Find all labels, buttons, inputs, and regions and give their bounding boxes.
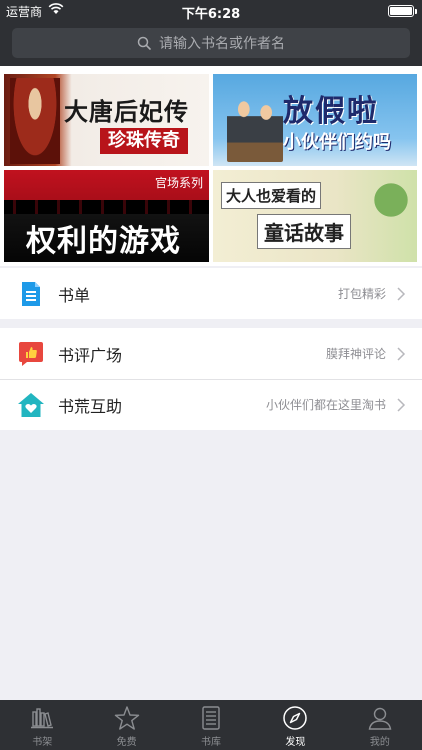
banner-subtitle: 小伙伴们约吗: [283, 132, 391, 153]
top-bar: 运营商 下午6:28 请输入书名或作者名: [0, 0, 422, 66]
tab-label: 免费: [116, 737, 137, 748]
banner-portrait: [10, 78, 60, 164]
tab-free[interactable]: 免费: [84, 700, 168, 750]
status-bar: 运营商 下午6:28: [0, 0, 422, 22]
person-icon: [368, 707, 392, 730]
banner-subtitle: 童话故事: [257, 214, 351, 249]
banner-holiday[interactable]: 放假啦 小伙伴们约吗: [213, 74, 417, 166]
banner-title: 大唐后妃传: [64, 97, 189, 126]
list-item-book-help[interactable]: 书荒互助 小伙伴们都在这里淘书: [0, 379, 422, 430]
banner-subtitle: 珍珠传奇: [100, 128, 188, 154]
list-item-title: 书评广场: [58, 345, 123, 365]
banner-pearl-legend[interactable]: 大唐后妃传 珍珠传奇: [4, 74, 209, 166]
search-icon: [137, 36, 151, 50]
battery-icon: [388, 5, 417, 17]
chevron-right-icon: [397, 346, 406, 361]
banner-skyline: [4, 200, 209, 214]
list-item-booklist[interactable]: 书单 打包精彩: [0, 268, 422, 319]
star-icon: [114, 706, 139, 730]
chevron-right-icon: [397, 286, 406, 301]
tab-bar: 书架 免费 书库 发现 我的: [0, 700, 422, 750]
tab-label: 书库: [201, 737, 222, 748]
list-item-subtitle: 打包精彩: [337, 287, 386, 301]
tab-discover[interactable]: 发现: [253, 700, 337, 750]
search-placeholder: 请输入书名或作者名: [159, 36, 285, 52]
house-heart-icon: [16, 390, 46, 420]
tab-label: 发现: [285, 737, 306, 748]
search-input[interactable]: 请输入书名或作者名: [12, 28, 410, 58]
tab-library[interactable]: 书库: [169, 700, 253, 750]
list-item-subtitle: 膜拜神评论: [325, 347, 386, 361]
tab-label: 我的: [369, 737, 390, 748]
compass-icon: [283, 706, 308, 730]
clock: 下午6:28: [181, 7, 241, 22]
library-icon: [202, 706, 220, 730]
list-group-community: 书评广场 膜拜神评论 书荒互助 小伙伴们都在这里淘书: [0, 328, 422, 430]
banner-travelers: [227, 96, 283, 162]
booklist-icon: [16, 279, 46, 309]
list-item-title: 书单: [58, 285, 91, 305]
bookshelf-icon: [31, 708, 54, 729]
tab-bookshelf[interactable]: 书架: [0, 700, 84, 750]
banner-title: 大人也爱看的: [221, 182, 322, 209]
tab-label: 书架: [32, 737, 53, 748]
banner-tag: 官场系列: [154, 176, 203, 190]
list-item-subtitle: 小伙伴们都在这里淘书: [265, 398, 386, 412]
list-item-title: 书荒互助: [58, 396, 123, 416]
banner-tree: [371, 176, 411, 236]
list-item-review-square[interactable]: 书评广场 膜拜神评论: [0, 328, 422, 379]
banner-game-of-power[interactable]: 官场系列 权利的游戏: [4, 170, 209, 262]
banner-fairy-tales[interactable]: 大人也爱看的 童话故事: [213, 170, 417, 262]
tab-mine[interactable]: 我的: [338, 700, 422, 750]
chevron-right-icon: [397, 397, 406, 412]
banner-title: 放假啦: [283, 94, 379, 129]
list-group-booklists: 书单 打包精彩: [0, 268, 422, 319]
banner-grid: 大唐后妃传 珍珠传奇 放假啦 小伙伴们约吗 官场系列 权利的游戏 大人也爱看的 …: [0, 66, 422, 266]
thumbs-up-icon: [16, 339, 46, 369]
banner-title: 权利的游戏: [26, 224, 181, 259]
